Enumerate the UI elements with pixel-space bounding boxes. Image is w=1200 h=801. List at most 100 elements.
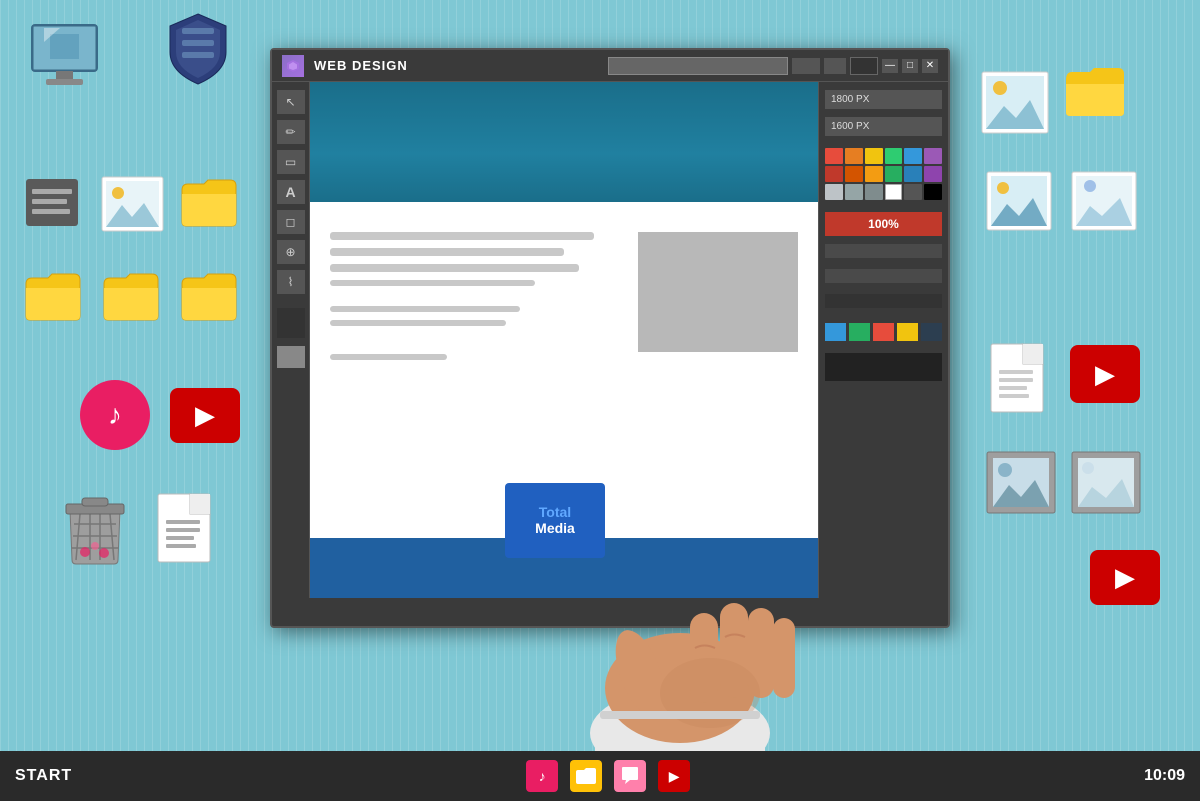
toolbar-rect-2: [824, 58, 846, 74]
close-button[interactable]: ✕: [922, 59, 938, 73]
text-line-4: [330, 280, 535, 286]
folder-icon-3[interactable]: [100, 268, 162, 323]
rect-tool[interactable]: ▭: [277, 150, 305, 174]
chat-svg: [620, 766, 640, 786]
width-label: 1800 PX: [831, 94, 869, 105]
list-icon[interactable]: [22, 175, 82, 230]
folder-icon-right-1[interactable]: [1062, 62, 1127, 120]
taskbar-start-button[interactable]: START: [15, 767, 72, 785]
window-content: ↖ ✏ ▭ A ◻ ⊕ ⌇ HOME NEWS CONTACT: [272, 82, 948, 598]
color-white[interactable]: [885, 184, 903, 200]
taskbar: START ♪ ▶ 10:09: [0, 751, 1200, 801]
slide-icon-1[interactable]: [985, 450, 1057, 515]
color-charcoal[interactable]: [904, 184, 922, 200]
prop-row-3: [825, 294, 942, 308]
color-purple[interactable]: [924, 148, 942, 164]
color-darkgray[interactable]: [865, 184, 883, 200]
taskbar-play-icon[interactable]: ▶: [658, 760, 690, 792]
taskbar-icons: ♪ ▶: [526, 760, 690, 792]
youtube-icon-2[interactable]: ▶: [1070, 345, 1140, 403]
color-darkgreen[interactable]: [885, 166, 903, 182]
width-input[interactable]: 1800 PX: [825, 90, 942, 109]
pen-tool[interactable]: ✏: [277, 120, 305, 144]
swatch-red[interactable]: [873, 323, 894, 341]
color-orange[interactable]: [845, 148, 863, 164]
card-total: Total: [539, 504, 571, 520]
color-green[interactable]: [885, 148, 903, 164]
height-input[interactable]: 1600 PX: [825, 117, 942, 136]
color-darkblue[interactable]: [904, 166, 922, 182]
text-line-3: [330, 264, 579, 272]
text-line-1: [330, 232, 594, 240]
height-label: 1600 PX: [831, 121, 869, 132]
photo-icon-1[interactable]: [100, 175, 165, 233]
taskbar-folder-icon[interactable]: [570, 760, 602, 792]
color-darkred[interactable]: [825, 166, 843, 182]
taskbar-clock: 10:09: [1144, 767, 1185, 785]
card-logo: Total Media: [535, 505, 575, 536]
toolbar-rect-3: [850, 57, 878, 75]
search-bar[interactable]: [608, 57, 788, 75]
photo-icon-2[interactable]: [980, 70, 1050, 135]
trash-icon[interactable]: [60, 490, 130, 570]
youtube-icon-3[interactable]: ▶: [1090, 550, 1160, 605]
canvas-area: HOME NEWS CONTACT: [310, 82, 818, 598]
toolbar-rect-1: [792, 58, 820, 74]
dark-block: [825, 353, 942, 381]
play-symbol-1: ▶: [195, 400, 215, 431]
photo-icon-3[interactable]: [985, 170, 1053, 232]
brush-tool[interactable]: ⌇: [277, 270, 305, 294]
swatch-blue[interactable]: [825, 323, 846, 341]
swatch-yellow[interactable]: [897, 323, 918, 341]
color-darkpurple[interactable]: [924, 166, 942, 182]
folder-icon-2[interactable]: [22, 268, 84, 323]
taskbar-music-icon[interactable]: ♪: [526, 760, 558, 792]
slide-icon-2[interactable]: [1070, 450, 1142, 515]
business-card: Total Media: [505, 483, 605, 558]
color-yellow[interactable]: [865, 148, 883, 164]
select-tool[interactable]: ↖: [277, 90, 305, 114]
window-titlebar: WEB DESIGN — □ ✕: [272, 50, 948, 82]
canvas-image-placeholder: [638, 232, 798, 352]
text-line-6: [330, 320, 506, 326]
window-title: WEB DESIGN: [314, 58, 588, 73]
color-lightgray[interactable]: [825, 184, 843, 200]
fill-tool-2[interactable]: [277, 346, 305, 368]
color-red[interactable]: [825, 148, 843, 164]
minimize-button[interactable]: —: [882, 59, 898, 73]
folder-icon-4[interactable]: [178, 268, 240, 323]
document-icon-right[interactable]: [985, 340, 1053, 418]
card-media: Media: [535, 520, 575, 536]
photo-icon-4[interactable]: [1070, 170, 1138, 232]
text-tool[interactable]: A: [277, 180, 305, 204]
swatch-dark[interactable]: [921, 323, 942, 341]
youtube-icon-1[interactable]: ▶: [170, 388, 240, 443]
desktop: ♪ ▶: [0, 0, 1200, 801]
shape-tool[interactable]: ◻: [277, 210, 305, 234]
main-window: WEB DESIGN — □ ✕ ↖ ✏ ▭ A ◻ ⊕ ⌇: [270, 48, 950, 628]
taskbar-music-symbol: ♪: [539, 768, 546, 784]
canvas-body: [310, 202, 818, 388]
canvas-text-area: [330, 232, 623, 368]
text-line-2: [330, 248, 564, 256]
text-line-5: [330, 306, 520, 312]
color-darkorange[interactable]: [845, 166, 863, 182]
swatch-green[interactable]: [849, 323, 870, 341]
document-icon-1[interactable]: [152, 490, 220, 570]
color-gray[interactable]: [845, 184, 863, 200]
color-swatches: [825, 323, 942, 341]
taskbar-chat-icon[interactable]: [614, 760, 646, 792]
music-icon[interactable]: ♪: [80, 380, 150, 450]
play-symbol-2: ▶: [1095, 359, 1115, 390]
color-black[interactable]: [924, 184, 942, 200]
folder-icon-1[interactable]: [178, 174, 240, 229]
zoom-tool[interactable]: ⊕: [277, 240, 305, 264]
maximize-button[interactable]: □: [902, 59, 918, 73]
color-blue[interactable]: [904, 148, 922, 164]
shield-icon[interactable]: [162, 10, 234, 90]
monitor-icon[interactable]: [22, 20, 107, 92]
color-gold[interactable]: [865, 166, 883, 182]
music-symbol: ♪: [108, 401, 122, 429]
zoom-display[interactable]: 100%: [825, 212, 942, 236]
fill-tool[interactable]: [277, 308, 305, 338]
